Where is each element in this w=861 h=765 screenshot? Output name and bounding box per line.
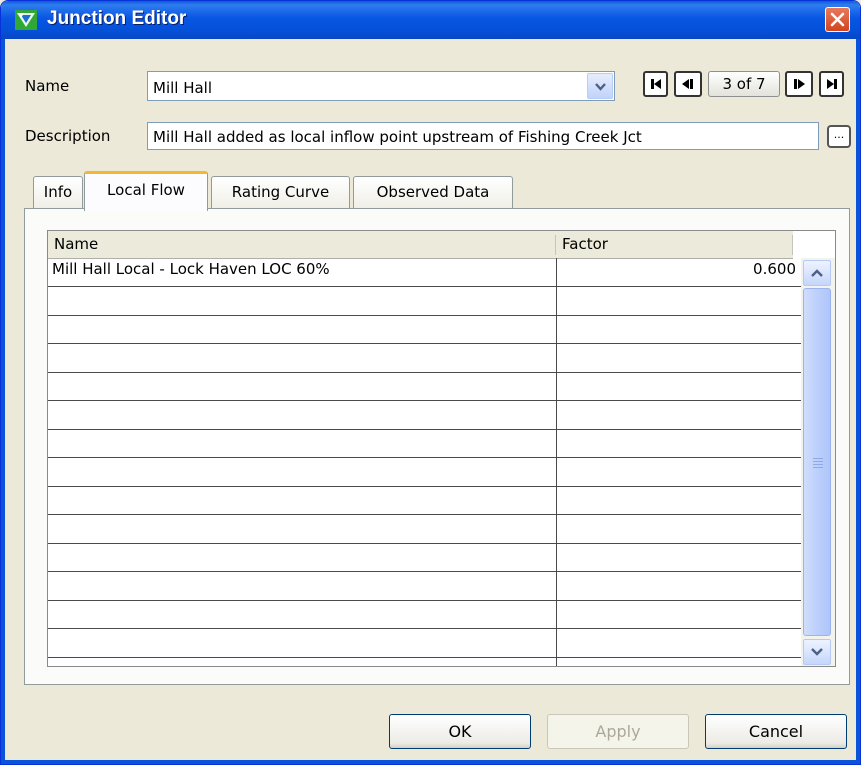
factor-cell[interactable]	[560, 401, 796, 429]
tab-local-flow[interactable]: Local Flow	[84, 171, 208, 211]
table-row[interactable]	[48, 572, 802, 601]
cancel-button[interactable]: Cancel	[705, 714, 847, 749]
window-border-right	[856, 39, 860, 764]
tab-observed-data[interactable]: Observed Data	[353, 176, 513, 208]
factor-cell[interactable]: 0.600	[560, 258, 796, 286]
table-row[interactable]	[48, 287, 802, 316]
table-row[interactable]	[48, 458, 802, 487]
factor-cell[interactable]	[560, 486, 796, 514]
factor-cell[interactable]	[560, 600, 796, 628]
window-border-bottom	[1, 760, 860, 764]
description-edit-button[interactable]: ...	[827, 125, 851, 148]
first-record-icon	[651, 79, 661, 89]
close-button[interactable]	[825, 7, 850, 32]
column-divider	[556, 258, 557, 666]
table-row[interactable]	[48, 372, 802, 401]
table-header: Name Factor	[48, 231, 793, 259]
junction-editor-window: Junction Editor Name Mill Hall 3 of 7 De…	[0, 0, 861, 765]
table-row[interactable]	[48, 401, 802, 430]
table-row[interactable]	[48, 486, 802, 515]
column-header-name[interactable]: Name	[54, 235, 98, 253]
first-record-button[interactable]	[643, 71, 668, 97]
chevron-down-icon	[811, 648, 823, 656]
factor-cell[interactable]	[560, 372, 796, 400]
factor-cell[interactable]	[560, 572, 796, 600]
previous-record-button[interactable]	[674, 71, 702, 97]
window-border-left	[1, 39, 5, 764]
junction-editor-icon	[15, 10, 37, 30]
name-combobox[interactable]: Mill Hall	[147, 71, 615, 101]
scroll-down-button[interactable]	[803, 639, 831, 665]
factor-cell[interactable]	[560, 629, 796, 657]
tab-rating-curve[interactable]: Rating Curve	[211, 176, 350, 208]
table-row[interactable]: Mill Hall Local - Lock Haven LOC 60% 0.60…	[48, 258, 802, 287]
apply-button[interactable]: Apply	[547, 714, 689, 749]
factor-cell[interactable]	[560, 287, 796, 315]
ok-button[interactable]: OK	[389, 714, 531, 749]
name-cell[interactable]: Mill Hall Local - Lock Haven LOC 60%	[52, 258, 330, 286]
next-record-button[interactable]	[785, 71, 813, 97]
table-row[interactable]	[48, 315, 802, 344]
table-row[interactable]	[48, 600, 802, 629]
scroll-thumb[interactable]	[803, 288, 831, 636]
tab-info[interactable]: Info	[33, 176, 83, 208]
name-label: Name	[25, 77, 70, 95]
factor-cell[interactable]	[560, 458, 796, 486]
chevron-up-icon	[811, 269, 823, 277]
table-row[interactable]	[48, 429, 802, 458]
close-icon	[830, 12, 845, 27]
description-input[interactable]: Mill Hall added as local inflow point up…	[147, 122, 819, 150]
title-bar[interactable]: Junction Editor	[1, 1, 860, 39]
record-position: 3 of 7	[708, 71, 780, 97]
window-title: Junction Editor	[47, 8, 187, 29]
table-row[interactable]	[48, 344, 802, 373]
factor-cell[interactable]	[560, 515, 796, 543]
next-record-icon	[794, 79, 805, 89]
table-row[interactable]	[48, 543, 802, 572]
factor-cell[interactable]	[560, 344, 796, 372]
factor-cell[interactable]	[560, 315, 796, 343]
table-row[interactable]	[48, 629, 802, 658]
chevron-down-icon	[595, 83, 606, 91]
name-dropdown-button[interactable]	[587, 73, 613, 99]
factor-cell[interactable]	[560, 429, 796, 457]
last-record-icon	[827, 79, 837, 89]
table-row[interactable]	[48, 515, 802, 544]
last-record-button[interactable]	[819, 71, 844, 97]
table-scrollbar[interactable]	[801, 258, 835, 666]
local-flow-table: Name Factor Mill Hall Local - Lock Haven…	[47, 230, 836, 667]
factor-cell[interactable]	[560, 543, 796, 571]
description-label: Description	[25, 127, 111, 145]
scroll-up-button[interactable]	[803, 260, 831, 286]
name-value: Mill Hall	[153, 79, 213, 97]
column-header-factor[interactable]: Factor	[562, 235, 608, 253]
previous-record-icon	[682, 79, 693, 89]
